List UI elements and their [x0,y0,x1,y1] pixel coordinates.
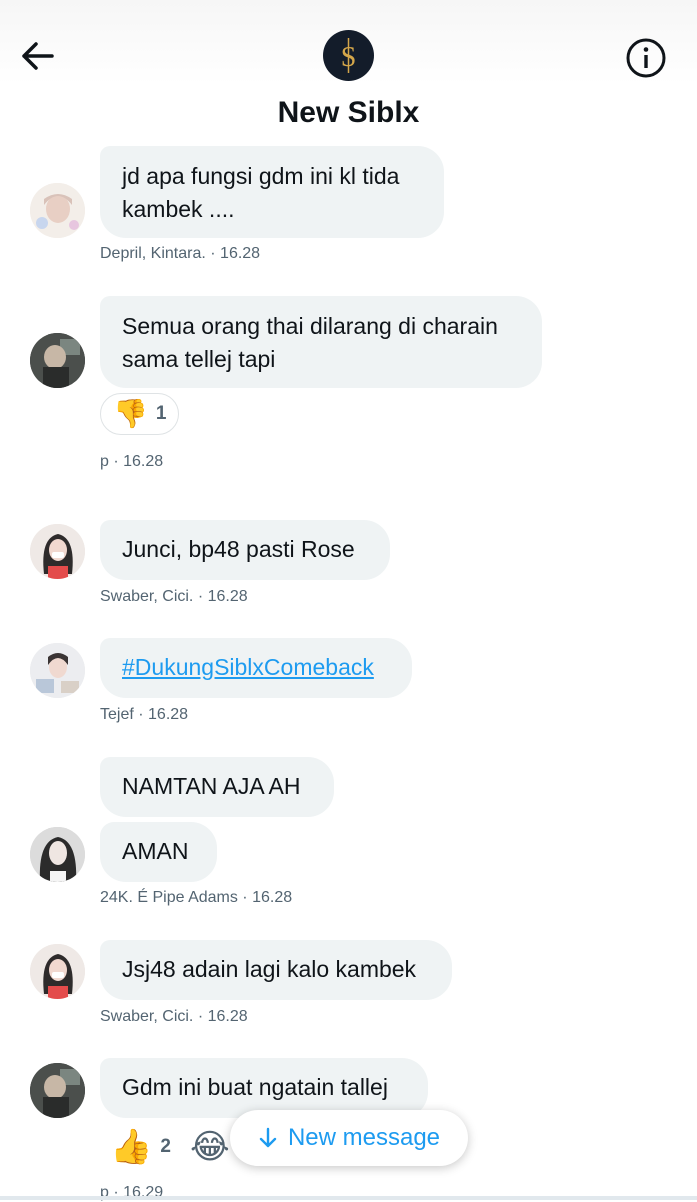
user-photo [30,944,85,999]
message-bubble[interactable]: AMAN [100,822,217,882]
arrow-down-icon [259,1127,277,1148]
avatar[interactable] [30,944,85,999]
reaction-pill[interactable]: 👎 1 [100,393,180,435]
avatar[interactable] [30,643,85,698]
reaction-pill[interactable]: 👍 2 [110,1130,171,1164]
message-bubble[interactable]: Semua orang thai dilarang di charain sam… [100,296,542,388]
reaction-count: 1 [155,403,167,424]
message-meta: Depril, Kintara. · 16.28 [100,245,261,262]
message-bubble[interactable]: Gdm ini buat ngatain tallej [100,1058,428,1118]
new-message-label: New message [287,1124,441,1151]
user-photo [30,524,85,579]
tears-of-joy-icon: 😂 [190,1128,230,1166]
thumbs-down-icon: 👎 [113,398,148,429]
bottom-divider [0,1196,697,1200]
user-photo [30,1063,85,1118]
thumbs-up-icon: 👍 [110,1128,153,1166]
conversation-header: S New Siblx [0,0,697,140]
avatar[interactable] [30,333,85,388]
avatar[interactable] [30,183,85,238]
group-avatar[interactable]: S [323,30,374,81]
message-text: AMAN [122,838,189,864]
message-bubble[interactable]: jd apa fungsi gdm ini kl tida kambek ...… [100,146,444,238]
group-logo-icon: S [341,38,357,73]
message-meta: p · 16.28 [100,453,164,470]
message-bubble[interactable]: #DukungSiblxComeback [100,638,412,698]
reaction-pill[interactable]: 😂 [190,1130,230,1164]
message-bubble[interactable]: Junci, bp48 pasti Rose [100,520,390,580]
back-button[interactable] [18,36,58,76]
reaction-count: 2 [160,1136,171,1157]
message-text: Junci, bp48 pasti Rose [122,536,355,562]
message-text: Semua orang thai dilarang di charain sam… [122,313,498,372]
message-meta: Tejef · 16.28 [100,706,189,723]
message-text: Jsj48 adain lagi kalo kambek [122,956,417,982]
user-photo [30,643,85,698]
hashtag-link[interactable]: #DukungSiblxComeback [122,654,374,680]
conversation-title: New Siblx [277,96,420,129]
arrow-left-icon [22,42,54,70]
new-message-button[interactable]: New message [230,1110,468,1166]
avatar[interactable] [30,827,85,882]
user-photo [30,183,85,238]
message-meta: Swaber, Cici. · 16.28 [100,588,248,605]
message-bubble[interactable]: Jsj48 adain lagi kalo kambek [100,940,452,1000]
message-meta: 24K. É Pipe Adams · 16.28 [100,889,293,906]
message-text: Gdm ini buat ngatain tallej [122,1074,388,1100]
svg-text:S: S [341,42,357,73]
user-photo [30,333,85,388]
user-photo [30,827,85,882]
info-button[interactable] [624,36,668,80]
message-bubble[interactable]: NAMTAN AJA AH [100,757,334,817]
avatar[interactable] [30,524,85,579]
avatar[interactable] [30,1063,85,1118]
info-circle-icon [626,38,666,78]
message-text: NAMTAN AJA AH [122,773,301,799]
message-text: jd apa fungsi gdm ini kl tida kambek ...… [122,163,400,222]
message-meta: Swaber, Cici. · 16.28 [100,1008,248,1025]
